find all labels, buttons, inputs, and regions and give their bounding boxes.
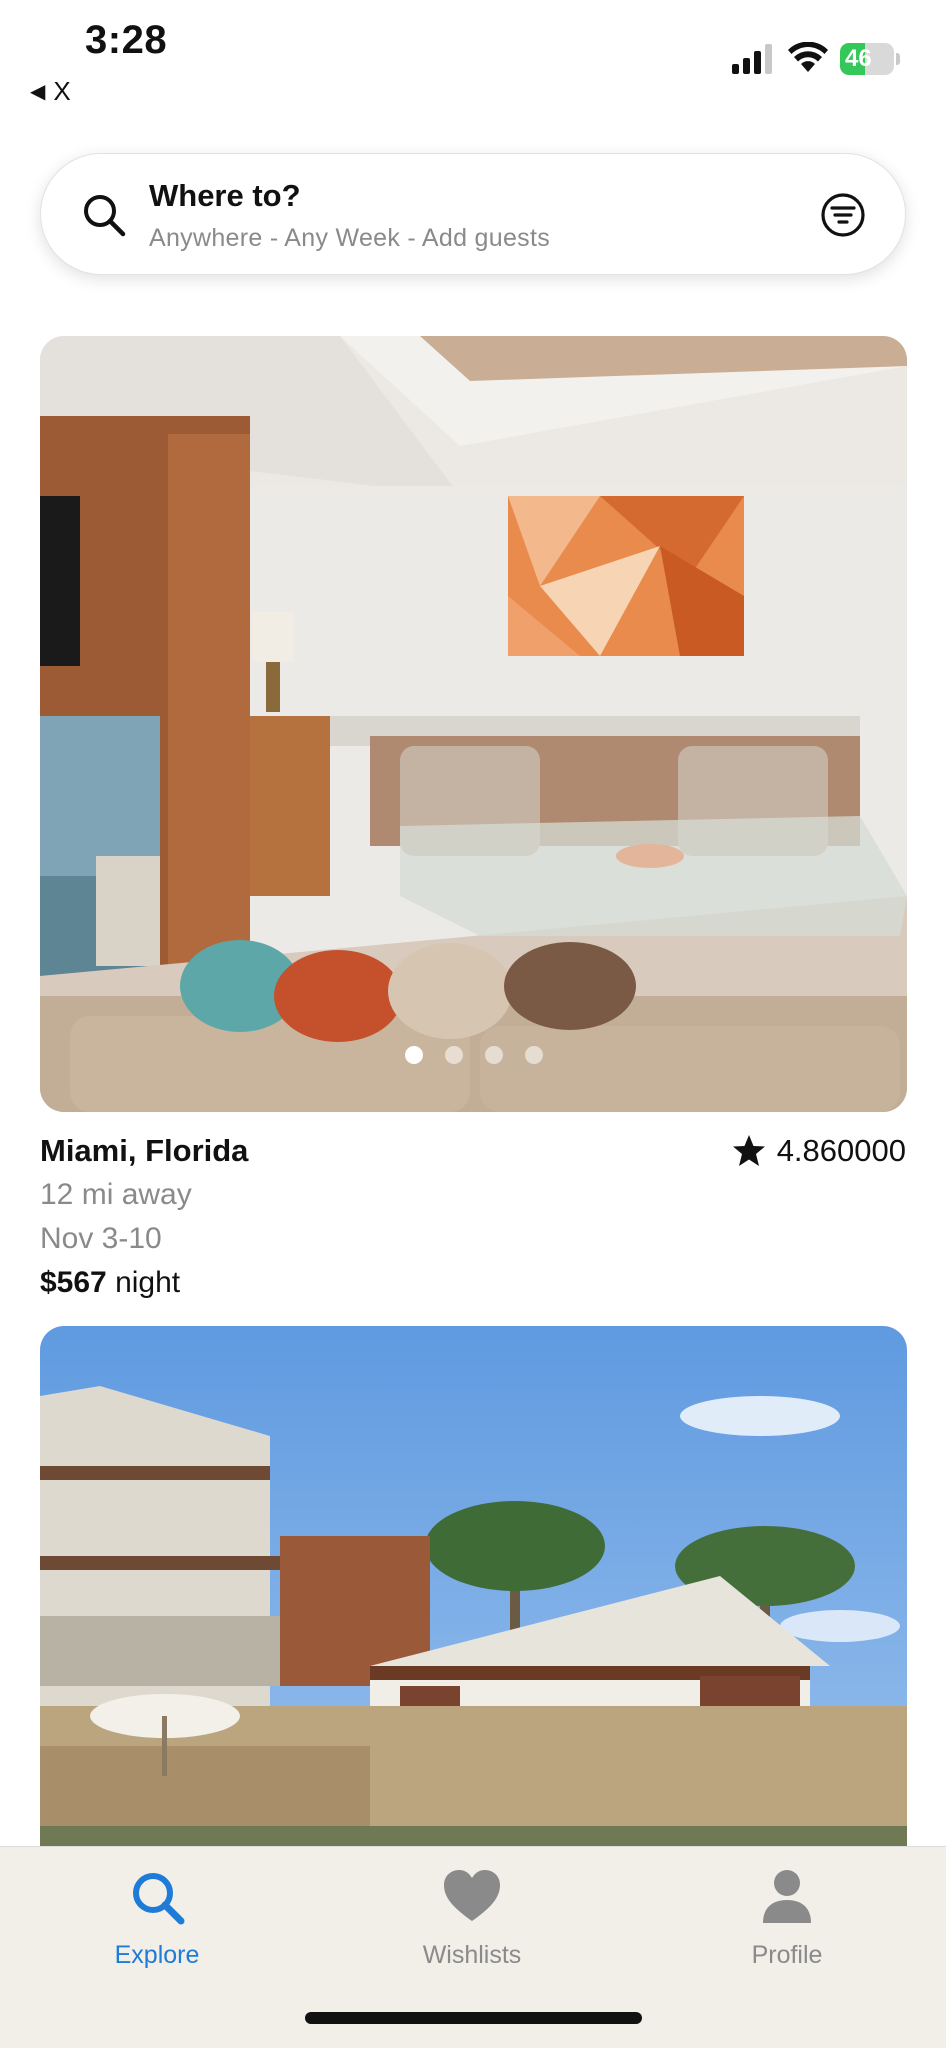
home-indicator: [305, 2012, 642, 2024]
back-app-label: X: [53, 76, 71, 106]
search-title: Where to?: [149, 178, 301, 213]
photo-dot[interactable]: [404, 1046, 423, 1064]
battery-icon: 46: [840, 43, 900, 75]
listing-photo[interactable]: [40, 336, 907, 1112]
photo-dot[interactable]: [524, 1046, 543, 1064]
status-bar: 3:28 ◀ X 46: [0, 0, 946, 110]
tab-label-explore: Explore: [114, 1941, 200, 1969]
battery-percent: 46: [845, 45, 872, 72]
tab-label-wishlists: Wishlists: [422, 1941, 522, 1969]
photo-dot[interactable]: [444, 1046, 463, 1064]
listing-location[interactable]: Miami, Florida: [40, 1133, 248, 1169]
star-icon: [732, 1135, 765, 1166]
status-time: 3:28: [85, 18, 168, 62]
tab-explore[interactable]: Explore: [57, 1867, 257, 1970]
listing-photo-2[interactable]: [40, 1326, 907, 1886]
tab-profile[interactable]: Profile: [687, 1867, 887, 1970]
filter-button[interactable]: [820, 192, 866, 238]
search-bar[interactable]: Where to? Anywhere - Any Week - Add gues…: [40, 153, 906, 275]
listing-price: $567 night: [40, 1266, 180, 1300]
cellular-signal-icon: [732, 44, 772, 74]
tab-wishlists[interactable]: Wishlists: [372, 1867, 572, 1970]
heart-icon: [444, 1870, 500, 1921]
listing-distance: 12 mi away: [40, 1178, 192, 1211]
explore-screen: 3:28 ◀ X 46 Where to? Anywhere - Any Wee…: [0, 0, 946, 2048]
photo-dot[interactable]: [484, 1046, 503, 1064]
search-icon: [84, 195, 126, 237]
listing-rating: 4.860000: [731, 1133, 906, 1169]
back-to-app-button[interactable]: ◀ X: [30, 76, 71, 107]
living-room-photo: [40, 336, 907, 1112]
tab-label-profile: Profile: [751, 1941, 823, 1969]
photo-pagination: [40, 1046, 907, 1064]
back-triangle-icon: ◀: [30, 81, 46, 103]
rating-value: 4.860000: [776, 1133, 906, 1168]
price-unit: night: [106, 1266, 181, 1299]
wifi-icon: [788, 42, 828, 72]
house-exterior-photo: [40, 1326, 907, 1886]
search-icon: [133, 1873, 185, 1925]
price-amount: $567: [40, 1266, 107, 1299]
search-subtitle: Anywhere - Any Week - Add guests: [149, 224, 551, 252]
person-icon: [763, 1870, 811, 1923]
listing-dates: Nov 3-10: [40, 1222, 162, 1255]
